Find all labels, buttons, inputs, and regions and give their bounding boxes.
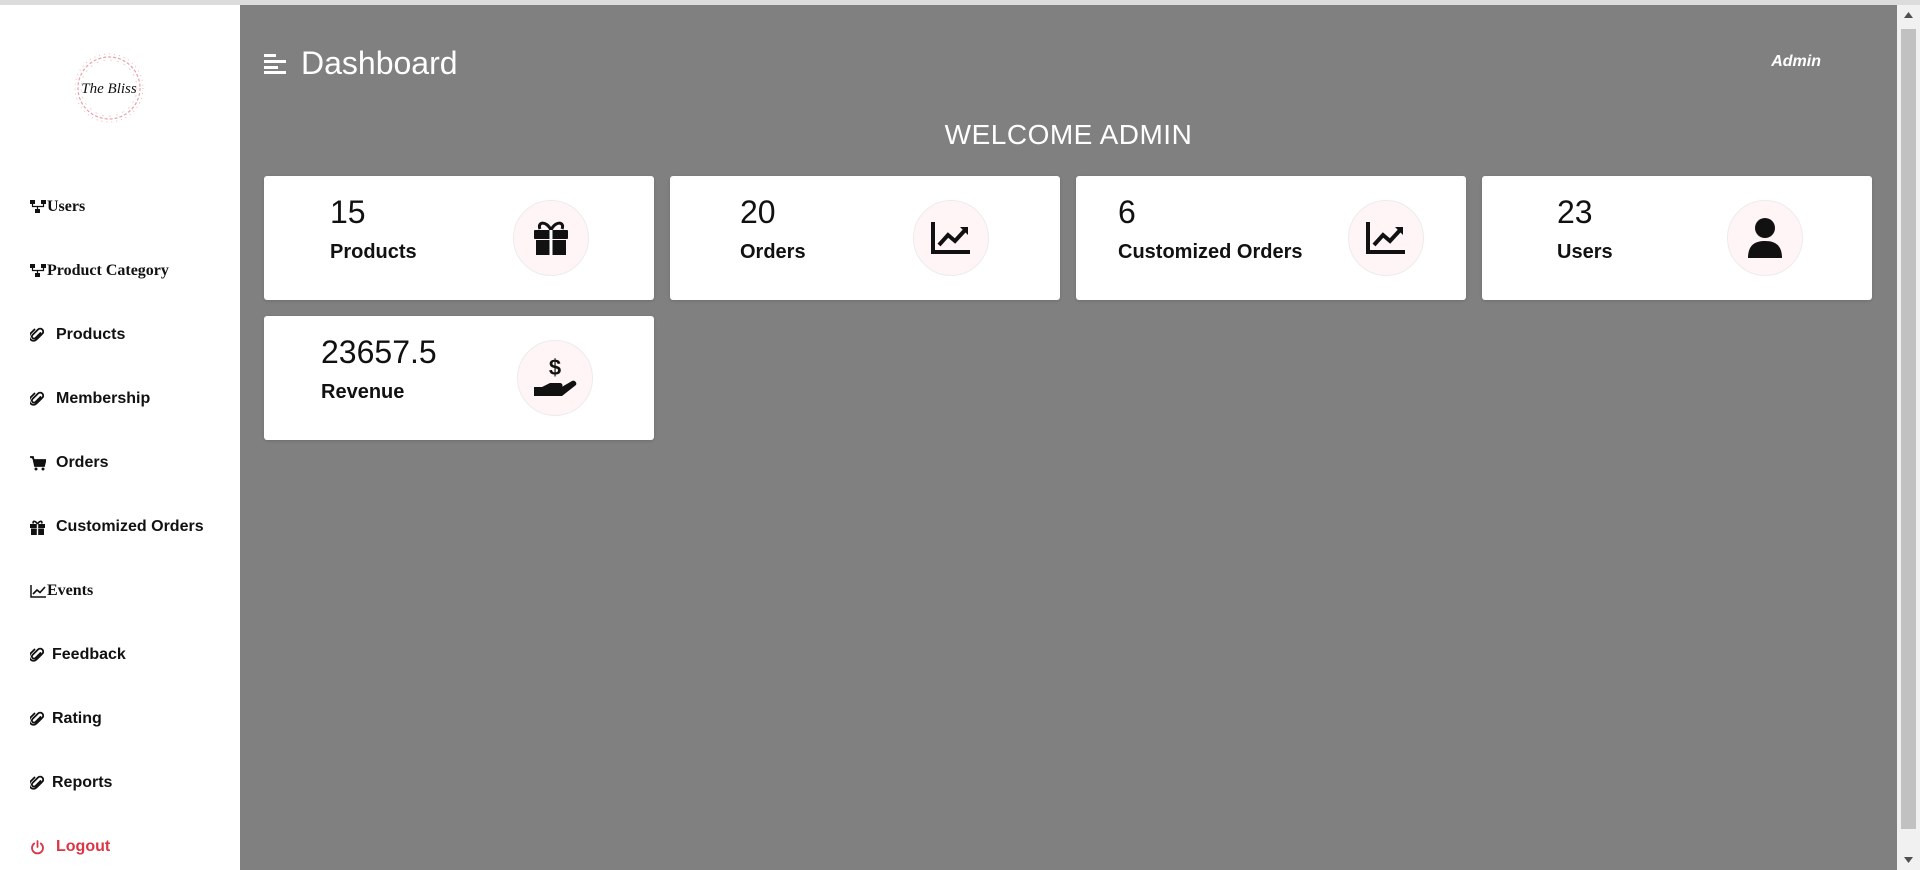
stat-label: Users xyxy=(1557,241,1613,263)
stat-label: Customized Orders xyxy=(1118,241,1303,263)
stat-icon-circle xyxy=(1348,200,1424,276)
wreath-logo-icon: The Bliss xyxy=(74,53,144,123)
sidebar-item-label: Reports xyxy=(52,774,113,791)
stat-label: Products xyxy=(330,241,417,263)
stat-card-users[interactable]: 23 Users xyxy=(1482,176,1872,300)
logo-text: The Bliss xyxy=(81,81,137,97)
sidebar-item-membership[interactable]: Membership xyxy=(30,386,150,412)
sidebar-item-rating[interactable]: Rating xyxy=(30,706,102,732)
paperclip-icon xyxy=(30,327,50,343)
paperclip-icon xyxy=(30,775,46,791)
sidebar-item-label: Events xyxy=(47,582,94,599)
sidebar-item-logout[interactable]: Logout xyxy=(30,834,110,860)
sidebar-item-label: Logout xyxy=(56,838,111,855)
gift-icon xyxy=(534,221,568,255)
stat-icon-circle xyxy=(1727,200,1803,276)
sidebar-item-product-category[interactable]: Product Category xyxy=(30,258,169,284)
user-icon xyxy=(1748,218,1782,258)
sidebar-item-label: Products xyxy=(56,326,126,343)
chart-line-icon xyxy=(931,222,970,254)
hand-dollar-icon: $ xyxy=(534,356,577,396)
scroll-down-icon[interactable] xyxy=(1897,850,1920,870)
paperclip-icon xyxy=(30,711,46,727)
chart-line-icon xyxy=(30,583,46,599)
sitemap-icon xyxy=(30,263,46,279)
stat-value: 6 xyxy=(1118,194,1136,230)
stat-label: Orders xyxy=(740,241,806,263)
page-title: Dashboard xyxy=(301,45,458,81)
brand-logo[interactable]: The Bliss xyxy=(68,47,150,129)
scrollbar-thumb[interactable] xyxy=(1901,29,1916,829)
stat-value: 23 xyxy=(1557,194,1593,230)
stat-value: 20 xyxy=(740,194,776,230)
sidebar-item-products[interactable]: Products xyxy=(30,322,125,348)
paperclip-icon xyxy=(30,647,46,663)
stat-value: 23657.5 xyxy=(321,334,437,370)
scroll-up-icon[interactable] xyxy=(1897,5,1920,25)
stat-card-products[interactable]: 15 Products xyxy=(264,176,654,300)
sidebar-item-events[interactable]: Events xyxy=(30,578,93,604)
sidebar-item-label: Users xyxy=(47,198,86,215)
sidebar-item-customized-orders[interactable]: Customized Orders xyxy=(30,514,204,540)
sidebar-item-label: Rating xyxy=(52,710,102,727)
sitemap-icon xyxy=(30,199,46,215)
stat-label: Revenue xyxy=(321,381,405,403)
user-menu[interactable]: Admin xyxy=(1771,53,1821,71)
stat-value: 15 xyxy=(330,194,366,230)
menu-toggle-icon[interactable] xyxy=(264,52,286,74)
stat-icon-circle xyxy=(513,200,589,276)
chart-line-icon xyxy=(1366,222,1405,254)
cart-icon xyxy=(30,455,50,471)
sidebar-item-feedback[interactable]: Feedback xyxy=(30,642,126,668)
stat-icon-circle: $ xyxy=(517,340,593,416)
page-scrollbar[interactable] xyxy=(1897,5,1920,870)
paperclip-icon xyxy=(30,391,50,407)
sidebar-item-label: Orders xyxy=(56,454,109,471)
sidebar-item-label: Customized Orders xyxy=(56,518,204,535)
sidebar-item-users[interactable]: Users xyxy=(30,194,85,220)
sidebar-item-label: Product Category xyxy=(47,262,169,279)
sidebar-item-label: Feedback xyxy=(52,646,126,663)
sidebar-item-label: Membership xyxy=(56,390,151,407)
svg-text:$: $ xyxy=(549,356,561,380)
stat-card-revenue[interactable]: 23657.5 Revenue $ xyxy=(264,316,654,440)
sidebar-item-reports[interactable]: Reports xyxy=(30,770,112,796)
sidebar-item-orders[interactable]: Orders xyxy=(30,450,108,476)
main-content: Dashboard Admin WELCOME ADMIN 15 Product… xyxy=(240,5,1897,870)
sidebar: The Bliss Users Product Category Product… xyxy=(0,5,240,870)
stat-card-customized-orders[interactable]: 6 Customized Orders xyxy=(1076,176,1466,300)
stat-card-orders[interactable]: 20 Orders xyxy=(670,176,1060,300)
gift-icon xyxy=(30,519,50,535)
power-icon xyxy=(30,839,50,855)
welcome-heading: WELCOME ADMIN xyxy=(944,119,1193,150)
stat-icon-circle xyxy=(913,200,989,276)
